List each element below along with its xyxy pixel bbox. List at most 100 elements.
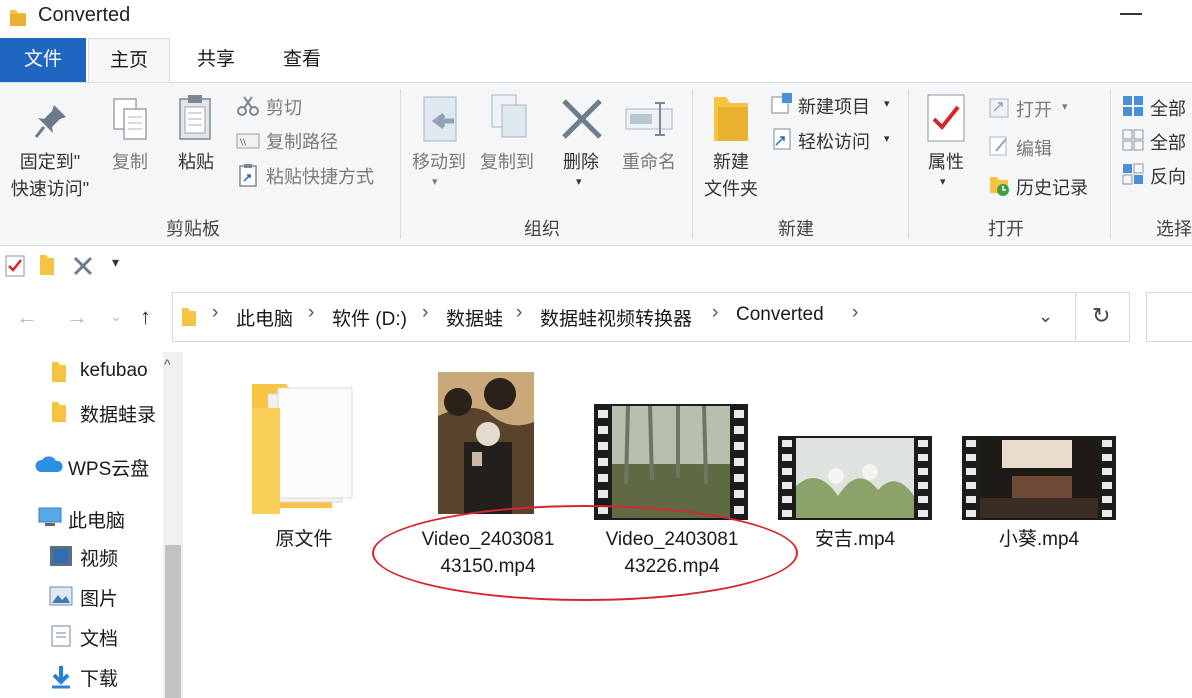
nav-item-pictures[interactable]: 图片 <box>80 584 118 611</box>
pin-quick-access-button[interactable]: 固定到" 快速访问" <box>4 149 96 203</box>
svg-text:\\: \\ <box>240 138 247 148</box>
file-item-folder[interactable] <box>246 378 362 520</box>
properties-dropdown-icon[interactable]: ▾ <box>940 175 946 188</box>
breadcrumb-chevron-icon[interactable]: › <box>712 302 718 324</box>
paste-shortcut-button[interactable]: 粘贴快捷方式 <box>266 163 374 189</box>
copy-path-button[interactable]: 复制路径 <box>266 128 338 154</box>
edit-icon <box>989 136 1007 156</box>
group-separator <box>908 89 909 239</box>
breadcrumb-chevron-icon[interactable]: › <box>212 302 218 324</box>
edit-button[interactable]: 编辑 <box>1016 135 1052 161</box>
move-to-dropdown-icon[interactable]: ▾ <box>432 175 438 188</box>
new-folder-button[interactable]: 新建 文件夹 <box>698 149 764 203</box>
breadcrumb-shujuwa[interactable]: 数据蛙 <box>446 304 503 331</box>
folder-icon <box>182 308 196 326</box>
invert-selection-icon <box>1122 163 1144 185</box>
breadcrumb-drive-d[interactable]: 软件 (D:) <box>332 304 407 331</box>
rename-button[interactable]: 重命名 <box>614 149 684 176</box>
select-none-icon <box>1122 129 1144 151</box>
group-separator <box>692 89 693 239</box>
customize-toolbar-dropdown-icon[interactable]: ▾ <box>112 254 119 271</box>
delete-button[interactable]: 删除 <box>552 149 610 176</box>
breadcrumb-this-pc[interactable]: 此电脑 <box>236 304 293 331</box>
nav-item-documents[interactable]: 文档 <box>80 624 118 651</box>
delete-icon[interactable] <box>72 255 94 277</box>
breadcrumb-chevron-icon[interactable]: › <box>308 302 314 324</box>
copy-button[interactable]: 复制 <box>104 149 156 176</box>
nav-item-downloads[interactable]: 下载 <box>80 664 118 691</box>
forward-arrow-icon[interactable]: → <box>66 304 88 330</box>
properties-button[interactable]: 属性 <box>918 149 974 176</box>
new-item-button[interactable]: 新建项目 <box>798 93 870 119</box>
video-thumbnail-2[interactable] <box>594 404 748 520</box>
group-new-label: 新建 <box>778 219 814 239</box>
delete-icon <box>562 99 602 139</box>
tab-share[interactable]: 共享 <box>176 38 256 82</box>
breadcrumb-converted[interactable]: Converted <box>736 304 824 326</box>
file-name-video-3[interactable]: 安吉.mp4 <box>778 526 932 553</box>
navigation-pane: kefubao 数据蛙录 WPS云盘 此电脑 视频 图片 文档 下载 <box>0 352 186 698</box>
video-thumbnail-image <box>594 404 748 520</box>
tab-view[interactable]: 查看 <box>262 38 342 82</box>
new-item-dropdown-icon[interactable]: ▾ <box>884 97 890 110</box>
move-to-button[interactable]: 移动到 <box>406 149 472 176</box>
breadcrumb-chevron-icon[interactable]: › <box>422 302 428 324</box>
cut-icon <box>237 96 259 116</box>
copy-icon <box>113 98 147 140</box>
title-bar: Converted <box>0 0 1192 36</box>
properties-icon[interactable] <box>4 254 26 278</box>
tab-home[interactable]: 主页 <box>88 38 170 82</box>
tab-file[interactable]: 文件 <box>0 38 86 82</box>
documents-icon <box>51 625 71 647</box>
scroll-up-chevron-icon[interactable]: ^ <box>164 356 171 372</box>
group-organize-label: 组织 <box>524 219 560 239</box>
search-input[interactable] <box>1146 292 1192 342</box>
folder-icon <box>252 384 353 514</box>
breadcrumb-chevron-icon[interactable]: › <box>852 302 858 324</box>
easy-access-dropdown-icon[interactable]: ▾ <box>884 132 890 145</box>
breadcrumb-chevron-icon[interactable]: › <box>516 302 522 324</box>
copy-to-icon <box>491 94 527 138</box>
refresh-icon: ↻ <box>1092 303 1111 328</box>
invert-selection-button[interactable]: 反向 <box>1150 163 1186 189</box>
open-button[interactable]: 打开 <box>1016 96 1052 122</box>
video-thumbnail-3[interactable] <box>778 436 932 520</box>
downloads-icon <box>52 666 70 689</box>
up-arrow-icon[interactable]: ↑ <box>140 304 151 330</box>
video-thumbnail-4[interactable] <box>962 436 1116 520</box>
back-arrow-icon[interactable]: ← <box>16 304 38 330</box>
file-name-video-4[interactable]: 小葵.mp4 <box>962 526 1116 553</box>
folder-icon[interactable] <box>38 253 56 277</box>
nav-item-this-pc[interactable]: 此电脑 <box>68 506 125 533</box>
pin-label-line2: 快速访问" <box>10 179 90 199</box>
breadcrumb-converter[interactable]: 数据蛙视频转换器 <box>540 304 692 331</box>
nav-item-wps-cloud[interactable]: WPS云盘 <box>68 454 149 481</box>
paste-button[interactable]: 粘贴 <box>168 149 224 176</box>
recent-locations-chevron-icon[interactable]: ⌄ <box>110 308 122 325</box>
nav-item-videos[interactable]: 视频 <box>80 544 118 571</box>
rename-icon <box>625 102 673 136</box>
select-none-button[interactable]: 全部 <box>1150 129 1186 155</box>
cut-button[interactable]: 剪切 <box>266 94 302 120</box>
file-name-folder[interactable]: 原文件 <box>246 526 362 553</box>
select-all-button[interactable]: 全部 <box>1150 95 1186 121</box>
refresh-button[interactable]: ↻ <box>1076 292 1130 342</box>
new-folder-label-line2: 文件夹 <box>704 179 758 199</box>
pin-icon <box>34 105 66 138</box>
open-dropdown-icon[interactable]: ▾ <box>1062 100 1068 113</box>
nav-item-shujuwa[interactable]: 数据蛙录 <box>80 400 156 427</box>
history-button[interactable]: 历史记录 <box>1016 174 1088 200</box>
nav-scrollbar-thumb[interactable] <box>165 545 181 698</box>
nav-item-kefubao[interactable]: kefubao <box>80 360 148 382</box>
easy-access-button[interactable]: 轻松访问 <box>798 128 870 154</box>
minimize-button[interactable] <box>1120 13 1142 15</box>
new-item-icon <box>771 93 792 114</box>
address-dropdown-chevron-icon[interactable]: ⌄ <box>1038 306 1053 327</box>
copy-to-button[interactable]: 复制到 <box>474 149 540 176</box>
group-separator <box>1110 89 1111 239</box>
video-thumbnail-1[interactable] <box>438 372 534 514</box>
delete-dropdown-icon[interactable]: ▾ <box>576 175 582 188</box>
group-select-label: 选择 <box>1156 219 1192 239</box>
group-clipboard-label: 剪贴板 <box>166 219 220 239</box>
properties-icon <box>927 94 965 142</box>
